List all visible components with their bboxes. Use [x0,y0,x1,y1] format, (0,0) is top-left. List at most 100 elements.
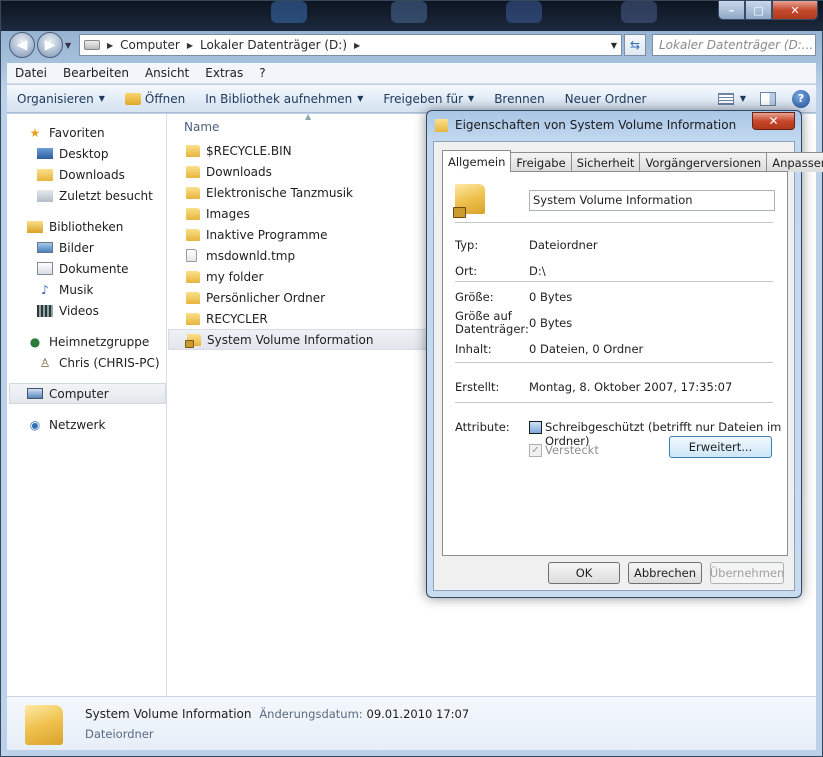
file-name: msdownld.tmp [206,248,296,263]
hidden-checkbox[interactable]: ✓ [529,444,542,457]
breadcrumb-drive[interactable]: Lokaler Datenträger (D:) [200,38,347,52]
nav-music[interactable]: ♪ Musik [7,279,166,300]
size-label: Größe: [455,290,494,304]
dialog-title: Eigenschaften von System Volume Informat… [455,118,737,132]
locked-folder-icon [453,184,485,218]
dialog-close-button[interactable]: ✕ [752,112,795,130]
chevron-down-icon[interactable]: ▼ [740,94,746,103]
tab-general[interactable]: Allgemein [442,150,512,172]
menu-view[interactable]: Ansicht [137,66,197,80]
file-row[interactable]: Elektronische Tanzmusik [168,182,428,203]
column-name-label: Name [184,120,220,134]
file-row-selected[interactable]: System Volume Information [168,329,428,350]
open-button[interactable]: Öffnen [115,92,195,106]
share-label: Freigeben für [383,91,464,106]
dialog-title-bar[interactable]: Eigenschaften von System Volume Informat… [435,118,736,132]
nav-pictures-label: Bilder [59,240,94,255]
view-options-icon[interactable] [717,92,734,105]
file-name: Elektronische Tanzmusik [206,185,353,200]
breadcrumb-arrow-icon[interactable]: ▶ [354,41,360,50]
nav-network-label: Netzwerk [49,417,106,432]
desktop-icon [271,1,307,23]
nav-network[interactable]: ◉ Netzwerk [7,414,166,435]
tab-sharing[interactable]: Freigabe [510,152,572,172]
menu-edit[interactable]: Bearbeiten [55,66,137,80]
breadcrumb-computer[interactable]: Computer [120,38,180,52]
file-row[interactable]: Downloads [168,161,428,182]
file-row[interactable]: $RECYCLE.BIN [168,140,428,161]
nav-computer[interactable]: Computer [9,383,166,404]
advanced-button[interactable]: Erweitert... [669,436,772,458]
nav-music-label: Musik [59,282,94,297]
forward-button[interactable]: ▶ [37,32,63,58]
nav-homegroup-user[interactable]: ♙ Chris (CHRIS-PC) [7,352,166,373]
refresh-button[interactable]: ⇆ [624,34,646,56]
nav-libraries[interactable]: Bibliotheken [7,216,166,237]
breadcrumb-arrow-icon[interactable]: ▶ [107,41,113,50]
nav-favorites[interactable]: ★ Favoriten [7,122,166,143]
file-name: System Volume Information [207,332,374,347]
address-bar[interactable]: ▶ Computer ▶ Lokaler Datenträger (D:) ▶ … [79,34,622,56]
desktop-icon [37,148,53,159]
close-button[interactable]: ✕ [772,1,818,20]
size-on-disk-label-line2: Datenträger: [455,322,529,336]
file-row[interactable]: Persönlicher Ordner [168,287,428,308]
chevron-down-icon: ▼ [98,94,105,103]
file-row[interactable]: RECYCLER [168,308,428,329]
breadcrumb-arrow-icon[interactable]: ▶ [187,41,193,50]
file-row[interactable]: my folder [168,266,428,287]
apply-button[interactable]: Übernehmen [710,562,784,584]
minimize-button[interactable]: – [718,1,745,20]
computer-icon [27,388,43,399]
nav-videos[interactable]: Videos [7,300,166,321]
share-button[interactable]: Freigeben für ▼ [373,92,484,106]
nav-downloads[interactable]: Downloads [7,164,166,185]
readonly-checkbox[interactable] [529,421,542,434]
file-name: $RECYCLE.BIN [206,143,292,158]
nav-downloads-label: Downloads [59,167,125,182]
tab-security[interactable]: Sicherheit [570,152,641,172]
nav-recent[interactable]: Zuletzt besucht [7,185,166,206]
search-input[interactable]: Lokaler Datenträger (D:... [652,34,816,56]
burn-button[interactable]: Brennen [484,92,554,106]
pictures-icon [37,242,53,253]
file-row[interactable]: Inaktive Programme [168,224,428,245]
folder-icon [186,228,200,241]
organize-button[interactable]: Organisieren ▼ [7,92,115,106]
folder-name-field[interactable]: System Volume Information [529,190,775,211]
tab-previous-versions[interactable]: Vorgängerversionen [639,152,768,172]
chevron-down-icon: ▼ [357,94,364,103]
file-row[interactable]: msdownld.tmp [168,245,428,266]
menu-help[interactable]: ? [251,66,273,80]
folder-icon [186,186,200,199]
desktop-icon [506,1,542,23]
hidden-label: Versteckt [545,443,599,457]
nav-homegroup-user-label: Chris (CHRIS-PC) [59,355,160,370]
folder-large-icon [25,705,63,745]
maximize-button[interactable]: □ [745,1,772,20]
menu-file[interactable]: Datei [7,66,55,80]
chevron-down-icon: ▼ [468,94,475,103]
back-button[interactable]: ◀ [9,32,35,58]
ok-button[interactable]: OK [548,562,620,584]
nav-desktop[interactable]: Desktop [7,143,166,164]
address-dropdown-icon[interactable]: ▼ [611,41,621,50]
help-icon[interactable]: ? [792,89,810,108]
recent-pages-dropdown[interactable]: ▼ [65,41,77,50]
details-title: System Volume Information Änderungsdatum… [85,707,469,721]
homegroup-icon: ● [29,334,41,349]
new-folder-button[interactable]: Neuer Ordner [555,92,657,106]
tab-strip: Allgemein Freigabe Sicherheit Vorgängerv… [442,150,823,172]
file-row[interactable]: Images [168,203,428,224]
tab-customize[interactable]: Anpassen [766,152,823,172]
menu-bar: Datei Bearbeiten Ansicht Extras ? [7,63,816,84]
include-library-button[interactable]: In Bibliothek aufnehmen ▼ [195,92,373,106]
nav-documents[interactable]: Dokumente [7,258,166,279]
nav-pictures[interactable]: Bilder [7,237,166,258]
cancel-button[interactable]: Abbrechen [628,562,702,584]
nav-homegroup[interactable]: ● Heimnetzgruppe [7,331,166,352]
file-icon [186,249,197,262]
menu-tools[interactable]: Extras [197,66,251,80]
contains-label: Inhalt: [455,342,492,356]
preview-pane-icon[interactable] [760,91,776,106]
